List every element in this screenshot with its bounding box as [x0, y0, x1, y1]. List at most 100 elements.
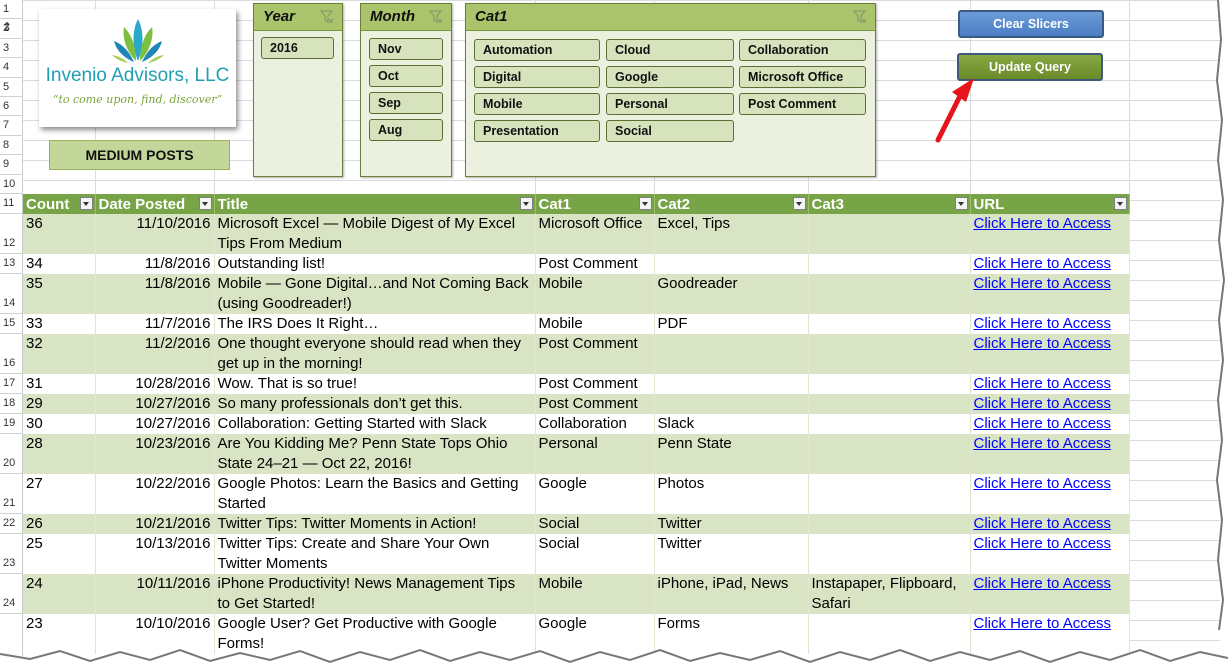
cat3-cell[interactable]: [808, 414, 971, 434]
access-link[interactable]: Click Here to Access: [974, 395, 1112, 412]
slicer-item-nov[interactable]: Nov: [369, 38, 443, 60]
cat3-cell[interactable]: [808, 214, 971, 254]
cat1-cell[interactable]: Mobile: [535, 314, 655, 334]
title-cell[interactable]: Google User? Get Productive with Google …: [214, 614, 536, 654]
cat3-cell[interactable]: [808, 274, 971, 314]
title-cell[interactable]: Outstanding list!: [214, 254, 536, 274]
cat3-cell[interactable]: [808, 514, 971, 534]
access-link[interactable]: Click Here to Access: [974, 615, 1112, 632]
clear-filter-icon[interactable]: [852, 10, 867, 29]
slicer-item-cloud[interactable]: Cloud: [606, 39, 734, 61]
clear-filter-icon[interactable]: [428, 10, 443, 29]
slicer-item-collaboration[interactable]: Collaboration: [739, 39, 866, 61]
date-cell[interactable]: 11/7/2016: [95, 314, 215, 334]
access-link[interactable]: Click Here to Access: [974, 335, 1112, 352]
count-cell[interactable]: 34: [23, 254, 96, 274]
cat1-cell[interactable]: Post Comment: [535, 254, 655, 274]
cat3-cell[interactable]: [808, 374, 971, 394]
cat2-cell[interactable]: PDF: [654, 314, 809, 334]
row-number[interactable]: 4: [0, 58, 22, 78]
row-number[interactable]: 24: [0, 574, 22, 614]
date-cell[interactable]: 10/21/2016: [95, 514, 215, 534]
slicer-item-oct[interactable]: Oct: [369, 65, 443, 87]
cat2-cell[interactable]: [654, 334, 809, 374]
row-number[interactable]: 6: [0, 97, 22, 117]
title-cell[interactable]: Mobile — Gone Digital…and Not Coming Bac…: [214, 274, 536, 314]
row-number[interactable]: 18: [0, 394, 22, 414]
access-link[interactable]: Click Here to Access: [974, 415, 1112, 432]
cat2-cell[interactable]: iPhone, iPad, News: [654, 574, 809, 614]
row-number[interactable]: 9: [0, 155, 22, 175]
row-number[interactable]: 14: [0, 274, 22, 314]
clear-slicers-button[interactable]: Clear Slicers: [958, 10, 1104, 38]
row-number[interactable]: 23: [0, 534, 22, 574]
cat3-cell[interactable]: [808, 434, 971, 474]
row-number[interactable]: 19: [0, 414, 22, 434]
slicer-item-microsoft-office[interactable]: Microsoft Office: [739, 66, 866, 88]
count-cell[interactable]: 36: [23, 214, 96, 254]
count-cell[interactable]: 33: [23, 314, 96, 334]
cat3-cell[interactable]: [808, 534, 971, 574]
row-number[interactable]: 20: [0, 434, 22, 474]
count-cell[interactable]: 30: [23, 414, 96, 434]
title-cell[interactable]: Twitter Tips: Create and Share Your Own …: [214, 534, 536, 574]
row-number[interactable]: 21: [0, 474, 22, 514]
slicer-item-mobile[interactable]: Mobile: [474, 93, 600, 115]
row-number[interactable]: 15: [0, 314, 22, 334]
date-cell[interactable]: 10/27/2016: [95, 394, 215, 414]
slicer-item-google[interactable]: Google: [606, 66, 734, 88]
cat3-cell[interactable]: [808, 314, 971, 334]
date-cell[interactable]: 10/27/2016: [95, 414, 215, 434]
date-cell[interactable]: 11/8/2016: [95, 274, 215, 314]
cat1-cell[interactable]: Personal: [535, 434, 655, 474]
date-cell[interactable]: 10/10/2016: [95, 614, 215, 654]
row-number[interactable]: 16: [0, 334, 22, 374]
date-cell[interactable]: 10/22/2016: [95, 474, 215, 514]
filter-dropdown-icon[interactable]: [954, 197, 968, 210]
row-number[interactable]: 3: [0, 39, 22, 59]
access-link[interactable]: Click Here to Access: [974, 215, 1112, 232]
cat2-cell[interactable]: [654, 254, 809, 274]
slicer-item-automation[interactable]: Automation: [474, 39, 600, 61]
row-number[interactable]: 11: [0, 194, 22, 214]
row-number[interactable]: 22: [0, 514, 22, 534]
title-cell[interactable]: Twitter Tips: Twitter Moments in Action!: [214, 514, 536, 534]
cat1-cell[interactable]: Google: [535, 474, 655, 514]
title-cell[interactable]: Are You Kidding Me? Penn State Tops Ohio…: [214, 434, 536, 474]
filter-dropdown-icon[interactable]: [638, 197, 652, 210]
count-cell[interactable]: 23: [23, 614, 96, 654]
cat3-cell[interactable]: [808, 614, 971, 654]
access-link[interactable]: Click Here to Access: [974, 535, 1112, 552]
cat2-cell[interactable]: Twitter: [654, 534, 809, 574]
date-cell[interactable]: 11/2/2016: [95, 334, 215, 374]
row-number[interactable]: 8: [0, 136, 22, 156]
cat3-cell[interactable]: [808, 474, 971, 514]
access-link[interactable]: Click Here to Access: [974, 435, 1112, 452]
access-link[interactable]: Click Here to Access: [974, 275, 1112, 292]
cat1-cell[interactable]: Collaboration: [535, 414, 655, 434]
slicer-item-presentation[interactable]: Presentation: [474, 120, 600, 142]
clear-filter-icon[interactable]: [319, 10, 334, 29]
row-number[interactable]: 13: [0, 254, 22, 274]
title-cell[interactable]: Wow. That is so true!: [214, 374, 536, 394]
cat2-cell[interactable]: Goodreader: [654, 274, 809, 314]
filter-dropdown-icon[interactable]: [519, 197, 533, 210]
cat2-cell[interactable]: [654, 374, 809, 394]
filter-dropdown-icon[interactable]: [198, 197, 212, 210]
slicer-item-post-comment[interactable]: Post Comment: [739, 93, 866, 115]
count-cell[interactable]: 35: [23, 274, 96, 314]
cat3-cell[interactable]: [808, 394, 971, 414]
access-link[interactable]: Click Here to Access: [974, 515, 1112, 532]
count-cell[interactable]: 28: [23, 434, 96, 474]
cat3-cell[interactable]: Instapaper, Flipboard, Safari: [808, 574, 971, 614]
title-cell[interactable]: Collaboration: Getting Started with Slac…: [214, 414, 536, 434]
count-cell[interactable]: 24: [23, 574, 96, 614]
cat1-cell[interactable]: Google: [535, 614, 655, 654]
cat3-cell[interactable]: [808, 254, 971, 274]
cat2-cell[interactable]: Twitter: [654, 514, 809, 534]
title-cell[interactable]: The IRS Does It Right…: [214, 314, 536, 334]
cat1-cell[interactable]: Mobile: [535, 274, 655, 314]
cat2-cell[interactable]: [654, 394, 809, 414]
row-number[interactable]: 5: [0, 78, 22, 97]
cat1-cell[interactable]: Post Comment: [535, 394, 655, 414]
